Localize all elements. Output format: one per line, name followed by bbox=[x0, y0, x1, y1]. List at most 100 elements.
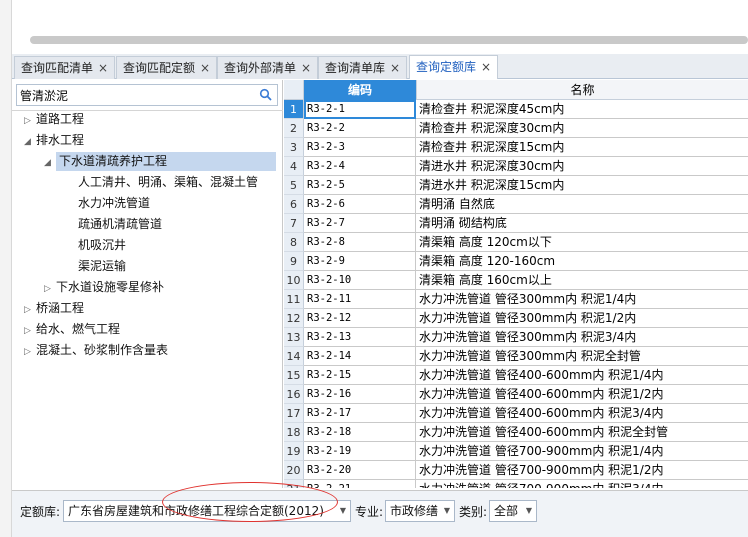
table-row[interactable]: 8 R3-2-8 清渠箱 高度 120cm以下 bbox=[284, 233, 748, 252]
tree-node-concrete-mortar[interactable]: ▷ 混凝土、砂浆制作含量表 bbox=[24, 341, 168, 360]
cell-name[interactable]: 水力冲洗管道 管径400-600mm内 积泥全封管 bbox=[416, 423, 748, 442]
row-number[interactable]: 14 bbox=[284, 347, 304, 366]
cell-name[interactable]: 清检查井 积泥深度15cm内 bbox=[416, 138, 748, 157]
horizontal-scrollbar[interactable] bbox=[30, 36, 748, 44]
cell-name[interactable]: 水力冲洗管道 管径400-600mm内 积泥1/2内 bbox=[416, 385, 748, 404]
row-number[interactable]: 16 bbox=[284, 385, 304, 404]
cell-name[interactable]: 水力冲洗管道 管径300mm内 积泥3/4内 bbox=[416, 328, 748, 347]
cell-name[interactable]: 水力冲洗管道 管径700-900mm内 积泥1/4内 bbox=[416, 442, 748, 461]
tree-node-sewer-maintenance[interactable]: ◢ 下水道清疏养护工程 bbox=[44, 152, 276, 171]
cell-code[interactable]: R3-2-2 bbox=[304, 119, 416, 138]
table-row[interactable]: 3 R3-2-3 清检查井 积泥深度15cm内 bbox=[284, 138, 748, 157]
cell-name[interactable]: 水力冲洗管道 管径300mm内 积泥1/4内 bbox=[416, 290, 748, 309]
row-number[interactable]: 20 bbox=[284, 461, 304, 480]
search-input[interactable] bbox=[17, 85, 253, 105]
close-icon[interactable]: × bbox=[390, 61, 400, 75]
table-row[interactable]: 6 R3-2-6 清明涌 自然底 bbox=[284, 195, 748, 214]
cell-code[interactable]: R3-2-1 bbox=[304, 100, 416, 119]
close-icon[interactable]: × bbox=[200, 61, 210, 75]
row-number[interactable]: 15 bbox=[284, 366, 304, 385]
row-number[interactable]: 6 bbox=[284, 195, 304, 214]
tab-match-list[interactable]: 查询匹配清单 × bbox=[14, 56, 116, 79]
tree-node-water-gas[interactable]: ▷ 给水、燃气工程 bbox=[24, 320, 120, 339]
cell-code[interactable]: R3-2-4 bbox=[304, 157, 416, 176]
cell-code[interactable]: R3-2-8 bbox=[304, 233, 416, 252]
tree-node-road[interactable]: ▷ 道路工程 bbox=[24, 110, 84, 129]
row-number[interactable]: 1 bbox=[284, 100, 304, 119]
row-number-header[interactable] bbox=[284, 80, 304, 100]
cell-code[interactable]: R3-2-15 bbox=[304, 366, 416, 385]
expand-arrow-icon[interactable]: ▷ bbox=[24, 301, 36, 320]
cell-code[interactable]: R3-2-16 bbox=[304, 385, 416, 404]
table-row[interactable]: 18 R3-2-18 水力冲洗管道 管径400-600mm内 积泥全封管 bbox=[284, 423, 748, 442]
cell-code[interactable]: R3-2-14 bbox=[304, 347, 416, 366]
tab-external-list[interactable]: 查询外部清单 × bbox=[217, 56, 319, 79]
table-row[interactable]: 12 R3-2-12 水力冲洗管道 管径300mm内 积泥1/2内 bbox=[284, 309, 748, 328]
table-row[interactable]: 11 R3-2-11 水力冲洗管道 管径300mm内 积泥1/4内 bbox=[284, 290, 748, 309]
chevron-down-icon[interactable]: ▼ bbox=[440, 501, 454, 521]
chevron-down-icon[interactable]: ▼ bbox=[522, 501, 536, 521]
cell-code[interactable]: R3-2-17 bbox=[304, 404, 416, 423]
row-number[interactable]: 21 bbox=[284, 480, 304, 488]
row-number[interactable]: 8 bbox=[284, 233, 304, 252]
expand-arrow-icon[interactable]: ▷ bbox=[24, 112, 36, 131]
cell-code[interactable]: R3-2-12 bbox=[304, 309, 416, 328]
row-number[interactable]: 11 bbox=[284, 290, 304, 309]
row-number[interactable]: 4 bbox=[284, 157, 304, 176]
tab-quota-library[interactable]: 查询定额库 × bbox=[409, 55, 499, 79]
row-number[interactable]: 2 bbox=[284, 119, 304, 138]
quota-library-select[interactable]: 广东省房屋建筑和市政修缮工程综合定额(2012) ▼ bbox=[63, 500, 351, 522]
cell-name[interactable]: 清渠箱 高度 160cm以上 bbox=[416, 271, 748, 290]
cell-name[interactable]: 水力冲洗管道 管径400-600mm内 积泥3/4内 bbox=[416, 404, 748, 423]
cell-code[interactable]: R3-2-20 bbox=[304, 461, 416, 480]
column-header-code[interactable]: 编码 bbox=[304, 80, 416, 100]
cell-code[interactable]: R3-2-21 bbox=[304, 480, 416, 488]
table-row[interactable]: 15 R3-2-15 水力冲洗管道 管径400-600mm内 积泥1/4内 bbox=[284, 366, 748, 385]
expand-arrow-icon[interactable]: ▷ bbox=[24, 343, 36, 362]
table-row[interactable]: 14 R3-2-14 水力冲洗管道 管径300mm内 积泥全封管 bbox=[284, 347, 748, 366]
cell-name[interactable]: 清检查井 积泥深度30cm内 bbox=[416, 119, 748, 138]
row-number[interactable]: 17 bbox=[284, 404, 304, 423]
cell-name[interactable]: 清渠箱 高度 120-160cm bbox=[416, 252, 748, 271]
collapse-arrow-icon[interactable]: ◢ bbox=[44, 154, 56, 173]
table-row[interactable]: 9 R3-2-9 清渠箱 高度 120-160cm bbox=[284, 252, 748, 271]
expand-arrow-icon[interactable]: ▷ bbox=[44, 280, 56, 299]
row-number[interactable]: 9 bbox=[284, 252, 304, 271]
cell-name[interactable]: 水力冲洗管道 管径300mm内 积泥全封管 bbox=[416, 347, 748, 366]
table-row[interactable]: 13 R3-2-13 水力冲洗管道 管径300mm内 积泥3/4内 bbox=[284, 328, 748, 347]
close-icon[interactable]: × bbox=[481, 60, 491, 74]
search-icon[interactable] bbox=[259, 88, 272, 101]
tree-node-sewer-repair[interactable]: ▷ 下水道设施零星修补 bbox=[44, 278, 164, 297]
cell-code[interactable]: R3-2-6 bbox=[304, 195, 416, 214]
cell-name[interactable]: 清检查井 积泥深度45cm内 bbox=[416, 100, 748, 119]
row-number[interactable]: 7 bbox=[284, 214, 304, 233]
row-number[interactable]: 12 bbox=[284, 309, 304, 328]
row-number[interactable]: 13 bbox=[284, 328, 304, 347]
table-row[interactable]: 1 R3-2-1 清检查井 积泥深度45cm内 bbox=[284, 100, 748, 119]
specialty-select[interactable]: 市政修缮 ▼ bbox=[385, 500, 455, 522]
row-number[interactable]: 19 bbox=[284, 442, 304, 461]
cell-name[interactable]: 水力冲洗管道 管径700-900mm内 积泥1/2内 bbox=[416, 461, 748, 480]
tab-list-library[interactable]: 查询清单库 × bbox=[318, 56, 408, 79]
table-row[interactable]: 20 R3-2-20 水力冲洗管道 管径700-900mm内 积泥1/2内 bbox=[284, 461, 748, 480]
close-icon[interactable]: × bbox=[98, 61, 108, 75]
close-icon[interactable]: × bbox=[301, 61, 311, 75]
column-header-name[interactable]: 名称 bbox=[416, 80, 748, 100]
row-number[interactable]: 3 bbox=[284, 138, 304, 157]
cell-code[interactable]: R3-2-19 bbox=[304, 442, 416, 461]
cell-code[interactable]: R3-2-10 bbox=[304, 271, 416, 290]
tree-node-drainage[interactable]: ◢ 排水工程 bbox=[24, 131, 84, 150]
table-row[interactable]: 2 R3-2-2 清检查井 积泥深度30cm内 bbox=[284, 119, 748, 138]
tree-node-dredger-cleaning[interactable]: 疏通机清疏管道 bbox=[78, 215, 162, 234]
cell-code[interactable]: R3-2-7 bbox=[304, 214, 416, 233]
cell-name[interactable]: 水力冲洗管道 管径700-900mm内 积泥3/4内 bbox=[416, 480, 748, 488]
cell-name[interactable]: 清进水井 积泥深度15cm内 bbox=[416, 176, 748, 195]
tree-node-hydraulic-flushing[interactable]: 水力冲洗管道 bbox=[78, 194, 150, 213]
tree-node-bridge[interactable]: ▷ 桥涵工程 bbox=[24, 299, 84, 318]
cell-name[interactable]: 水力冲洗管道 管径300mm内 积泥1/2内 bbox=[416, 309, 748, 328]
row-number[interactable]: 5 bbox=[284, 176, 304, 195]
table-row[interactable]: 4 R3-2-4 清进水井 积泥深度30cm内 bbox=[284, 157, 748, 176]
table-row[interactable]: 10 R3-2-10 清渠箱 高度 160cm以上 bbox=[284, 271, 748, 290]
expand-arrow-icon[interactable]: ▷ bbox=[24, 322, 36, 341]
table-row[interactable]: 17 R3-2-17 水力冲洗管道 管径400-600mm内 积泥3/4内 bbox=[284, 404, 748, 423]
